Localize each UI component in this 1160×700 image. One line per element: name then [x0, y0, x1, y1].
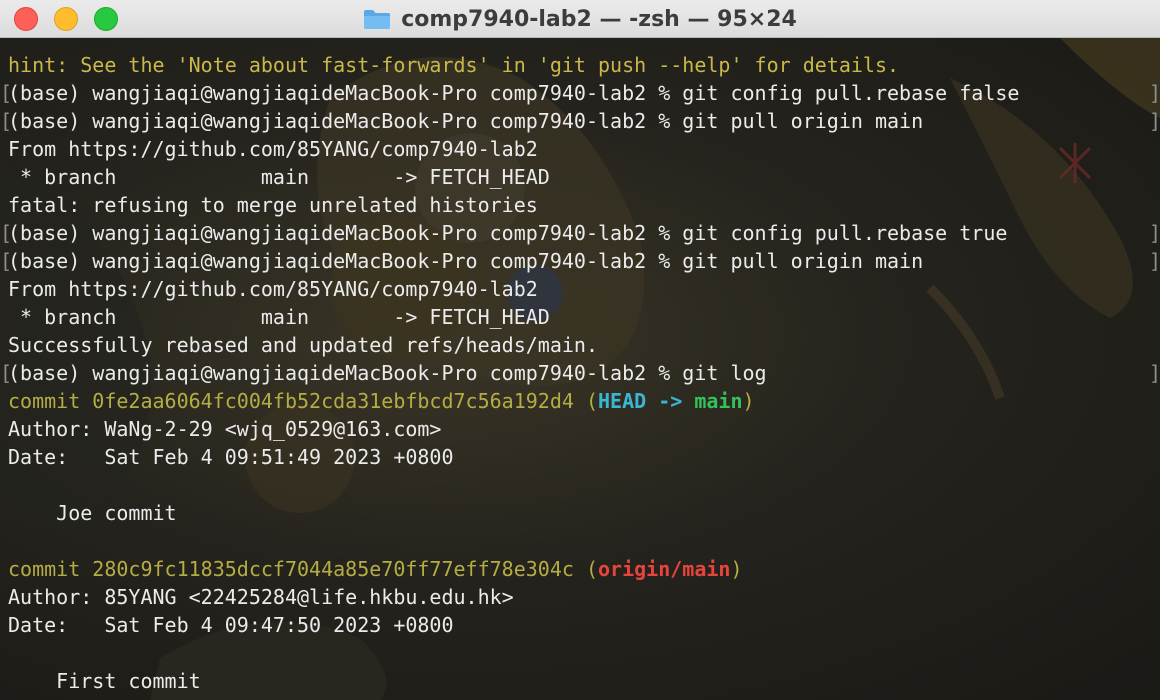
output-line: From https://github.com/85YANG/comp7940-… [8, 277, 538, 301]
command-text: (base) wangjiaqi@wangjiaqideMacBook-Pro … [8, 249, 924, 273]
commit-message: Joe commit [8, 501, 177, 525]
folder-icon [364, 10, 391, 29]
command-line: [(base) wangjiaqi@wangjiaqideMacBook-Pro… [0, 219, 1160, 247]
selection-bracket-right: ] [1149, 81, 1160, 105]
selection-bracket-left: [ [0, 221, 13, 245]
commit-hash-line: commit 0fe2aa6064fc004fb52cda31ebfbcd7c5… [8, 387, 1160, 415]
command-text: (base) wangjiaqi@wangjiaqideMacBook-Pro … [8, 361, 767, 385]
command-line: [(base) wangjiaqi@wangjiaqideMacBook-Pro… [0, 359, 1160, 387]
terminal-output[interactable]: hint: See the 'Note about fast-forwards'… [0, 51, 1160, 700]
commit-author: Author: 85YANG <22425284@life.hkbu.edu.h… [8, 585, 514, 609]
output-line-hint: hint: See the 'Note about fast-forwards'… [8, 53, 900, 77]
commit-hash: commit 0fe2aa6064fc004fb52cda31ebfbcd7c5… [8, 389, 599, 413]
commit-date: Date: Sat Feb 4 09:47:50 2023 +0800 [8, 613, 454, 637]
selection-bracket-right: ] [1149, 249, 1160, 273]
command-text: (base) wangjiaqi@wangjiaqideMacBook-Pro … [8, 81, 1020, 105]
commit-message: First commit [8, 669, 201, 693]
ref-close-paren: ) [730, 557, 743, 581]
window-title: comp7940-lab2 — -zsh — 95×24 [401, 6, 797, 32]
commit-date: Date: Sat Feb 4 09:51:49 2023 +0800 [8, 445, 454, 469]
output-line-success: Successfully rebased and updated refs/he… [8, 333, 599, 357]
head-ref: HEAD -> [598, 389, 695, 413]
local-branch-ref: main [694, 389, 743, 413]
output-line: From https://github.com/85YANG/comp7940-… [8, 137, 538, 161]
commit-hash: commit 280c9fc11835dccf7044a85e70ff77eff… [8, 557, 599, 581]
selection-bracket-right: ] [1149, 109, 1160, 133]
terminal-content[interactable]: hint: See the 'Note about fast-forwards'… [0, 38, 1160, 700]
ref-close-paren: ) [742, 389, 755, 413]
commit-hash-line: commit 280c9fc11835dccf7044a85e70ff77eff… [8, 555, 1160, 583]
selection-bracket-left: [ [0, 361, 13, 385]
window-title-group: comp7940-lab2 — -zsh — 95×24 [0, 0, 1160, 38]
command-line: [(base) wangjiaqi@wangjiaqideMacBook-Pro… [0, 247, 1160, 275]
title-bar[interactable]: comp7940-lab2 — -zsh — 95×24 [0, 0, 1160, 38]
output-line: * branch main -> FETCH_HEAD [8, 305, 550, 329]
selection-bracket-left: [ [0, 109, 13, 133]
selection-bracket-right: ] [1149, 361, 1160, 385]
commit-author: Author: WaNg-2-29 <wjq_0529@163.com> [8, 417, 442, 441]
selection-bracket-left: [ [0, 249, 13, 273]
command-line: [(base) wangjiaqi@wangjiaqideMacBook-Pro… [0, 107, 1160, 135]
terminal-window: comp7940-lab2 — -zsh — 95×24 hint: See t… [0, 0, 1160, 700]
selection-bracket-right: ] [1149, 221, 1160, 245]
command-text: (base) wangjiaqi@wangjiaqideMacBook-Pro … [8, 221, 1008, 245]
output-line: * branch main -> FETCH_HEAD [8, 165, 550, 189]
command-line: [(base) wangjiaqi@wangjiaqideMacBook-Pro… [0, 79, 1160, 107]
output-line-error: fatal: refusing to merge unrelated histo… [8, 193, 538, 217]
remote-branch-ref: origin/main [598, 557, 731, 581]
command-text: (base) wangjiaqi@wangjiaqideMacBook-Pro … [8, 109, 924, 133]
cursor-line [8, 695, 1160, 700]
selection-bracket-left: [ [0, 81, 13, 105]
